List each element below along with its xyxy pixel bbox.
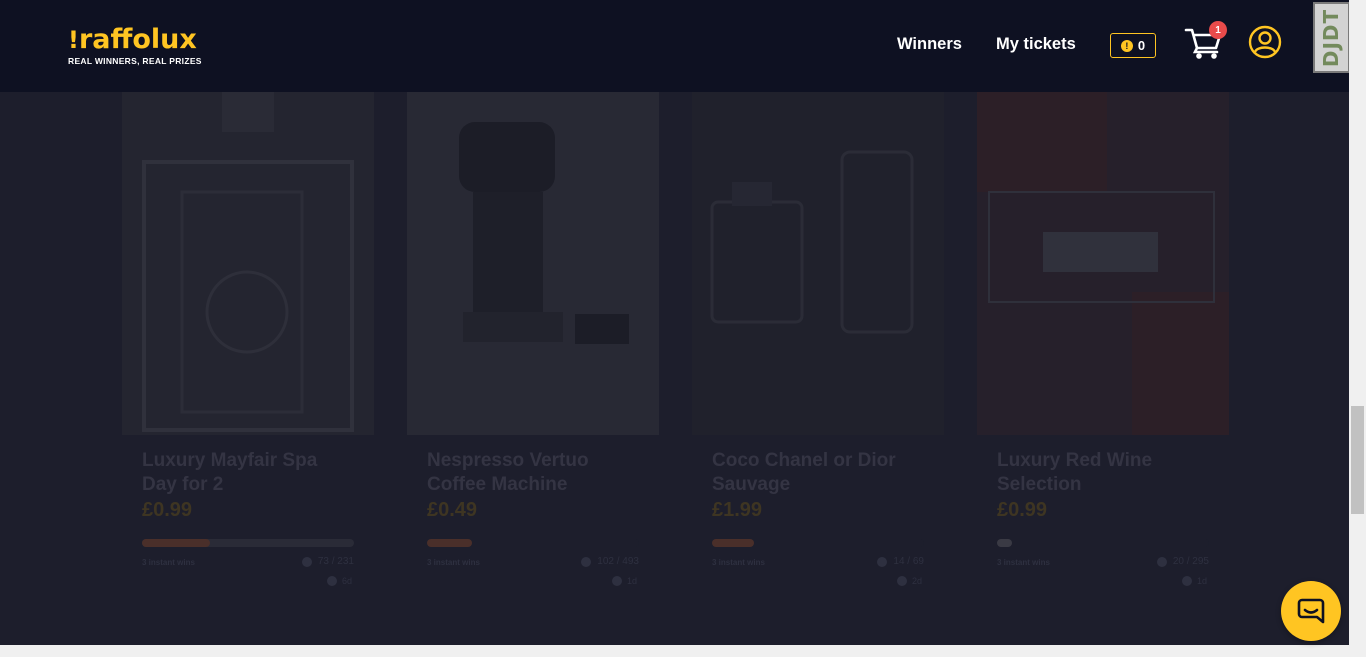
competition-title: Luxury Red Wine Selection [997,450,1153,495]
instant-wins-label: 3 instant wins [142,558,195,567]
tickets-sold: 73 / 231 [301,556,354,567]
logo-tagline: REAL WINNERS, REAL PRIZES [68,56,202,66]
instant-wins-label: 3 instant wins [997,558,1050,567]
account-button[interactable] [1248,25,1282,59]
logo-wordmark: !raffolux [68,24,197,55]
time-remaining: 1d [611,576,637,586]
tickets-sold: 20 / 295 [1156,556,1209,567]
instant-wins-label: 3 instant wins [427,558,480,567]
raffolux-logo[interactable]: !raffolux REAL WINNERS, REAL PRIZES [68,24,202,66]
competition-image [407,92,659,435]
ticket-icon [581,556,592,567]
coin-icon: ! [1120,39,1133,52]
competition-title: Coco Chanel or Dior Sauvage [712,450,896,495]
competitions-grid: Luxury Mayfair Spa Day for 2 £0.99 3 ins… [0,92,1349,645]
progress-fill [142,539,210,547]
progress-bar [427,539,639,547]
competition-price: £0.49 [427,499,478,521]
tickets-sold: 14 / 69 [877,556,924,567]
django-debug-toolbar-handle[interactable]: DJDT [1313,2,1350,73]
site-header: !raffolux REAL WINNERS, REAL PRIZES Winn… [0,0,1350,92]
progress-bar [712,539,924,547]
competition-image [692,92,944,435]
clock-icon [1181,576,1192,586]
competition-card[interactable]: Coco Chanel or Dior Sauvage £1.99 3 inst… [692,92,944,592]
vertical-scrollbar[interactable] [1349,0,1366,645]
time-remaining: 1d [1181,576,1207,586]
user-circle-icon [1248,25,1282,59]
competition-price: £1.99 [712,499,763,521]
clock-icon [326,576,337,586]
instant-wins-label: 3 instant wins [712,558,765,567]
competition-price: £0.99 [142,499,193,521]
scrollbar-thumb[interactable] [1351,406,1364,514]
nav-my-tickets[interactable]: My tickets [996,35,1076,54]
live-chat-button[interactable] [1281,581,1341,641]
competition-card[interactable]: Luxury Mayfair Spa Day for 2 £0.99 3 ins… [122,92,374,592]
chat-bubble-icon [1297,598,1325,624]
ticket-icon [877,556,888,567]
clock-icon [896,576,907,586]
progress-fill [997,539,1012,547]
competition-title: Luxury Mayfair Spa Day for 2 [142,450,318,495]
competition-image [977,92,1229,435]
nav-winners[interactable]: Winners [897,35,962,54]
time-remaining: 2d [896,576,922,586]
coins-balance[interactable]: ! 0 [1110,33,1156,58]
time-remaining: 6d [326,576,352,586]
horizontal-scrollbar[interactable] [0,645,1366,657]
tickets-sold: 102 / 493 [581,556,639,567]
ticket-icon [301,556,312,567]
progress-bar [142,539,354,547]
progress-bar [997,539,1209,547]
clock-icon [611,576,622,586]
cart-count-badge: 1 [1209,21,1227,39]
progress-fill [712,539,755,547]
progress-fill [427,539,472,547]
competition-card[interactable]: Nespresso Vertuo Coffee Machine £0.49 3 … [407,92,659,592]
competition-card[interactable]: Luxury Red Wine Selection £0.99 3 instan… [977,92,1229,592]
competition-title: Nespresso Vertuo Coffee Machine [427,450,589,495]
coins-value: 0 [1137,38,1146,53]
ticket-icon [1156,556,1167,567]
competition-image [122,92,374,435]
competition-price: £0.99 [997,499,1048,521]
